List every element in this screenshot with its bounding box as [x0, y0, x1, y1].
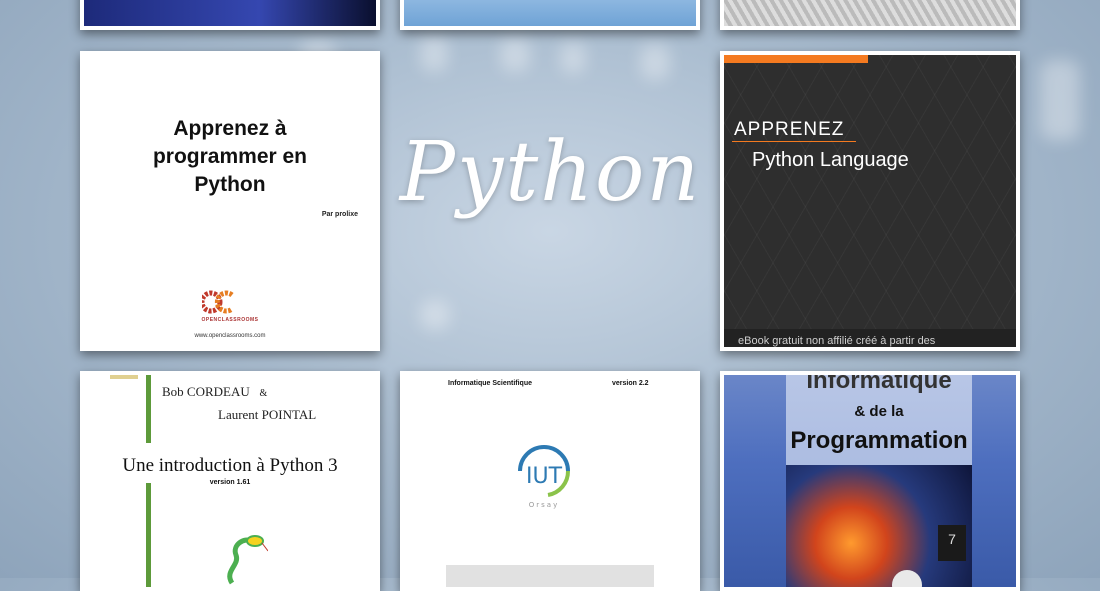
logo-text: IUT [526, 464, 563, 489]
book-informatique-programmation[interactable]: Informatique & de la Programmation 7 [720, 371, 1020, 591]
book-apprenez-python[interactable]: APPRENEZ Python Language eBook gratuit n… [720, 51, 1020, 351]
header-left: Informatique Scientifique [448, 380, 533, 387]
green-bar [146, 375, 151, 443]
logo-text: OPENCLASSROOMS [201, 317, 259, 323]
author-line: Bob CORDEAU & [162, 384, 267, 400]
openclassrooms-logo-icon [202, 290, 234, 314]
orange-bar [724, 55, 868, 63]
iut-logo-icon: IUT Orsay [518, 445, 571, 509]
byline: Par prolixe [321, 211, 358, 218]
title-line: Informatique [806, 375, 952, 394]
author-separator: & [259, 388, 268, 399]
book-thumbnail-top-right[interactable] [720, 0, 1020, 30]
cover-footer: eBook gratuit non affilié créé à partir … [724, 329, 1016, 347]
cover-image [404, 0, 696, 26]
gray-block [446, 565, 654, 587]
book-heading: APPRENEZ [734, 119, 845, 140]
book-cordeau-python3[interactable]: Bob CORDEAU & Laurent POINTAL Une introd… [80, 371, 380, 591]
heading-underline [732, 141, 856, 142]
cover-background: APPRENEZ Python Language eBook gratuit n… [724, 55, 1016, 347]
title-line: Apprenez à [173, 117, 287, 140]
book-url: www.openclassrooms.com [194, 333, 266, 339]
book-thumbnail-top-left[interactable] [80, 0, 380, 30]
author-name: Laurent POINTAL [218, 407, 317, 422]
book-openclassrooms[interactable]: Apprenez à programmer en Python Par prol… [80, 51, 380, 351]
book-title: Apprenez à programmer en Python [84, 115, 376, 199]
title-line: programmer en [152, 145, 308, 168]
book-title: Une introduction à Python 3 [122, 455, 338, 476]
book-version: version 1.61 [209, 479, 251, 486]
cover-image [724, 0, 1016, 26]
badge: 7 [938, 525, 966, 561]
title-line: Programmation [790, 427, 968, 454]
book-iut-informatique[interactable]: Informatique Scientifique version 2.2 IU… [400, 371, 700, 591]
book-subtitle: Python Language [752, 149, 909, 171]
cover-image [84, 0, 376, 26]
logo-subtext: Orsay [529, 501, 559, 509]
tab-decoration [110, 375, 138, 379]
snake-icon [227, 535, 268, 585]
header-right: version 2.2 [612, 380, 649, 387]
cover-background: Informatique & de la Programmation 7 [724, 375, 1016, 587]
title-line: Python [194, 173, 266, 196]
title-line: & de la [854, 403, 904, 420]
book-thumbnail-top-center[interactable] [400, 0, 700, 30]
python-script-title: Python [399, 125, 702, 220]
footer-text: eBook gratuit non affilié créé à partir … [738, 335, 936, 347]
green-bar [146, 483, 151, 587]
author-name: Bob CORDEAU [162, 384, 250, 399]
